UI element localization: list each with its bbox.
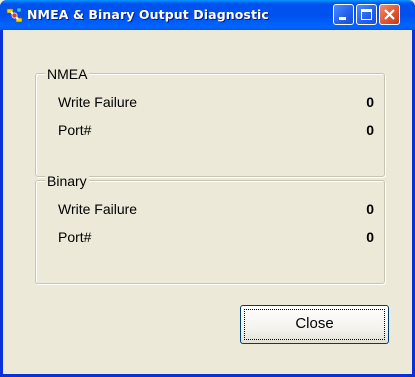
maximize-icon (361, 9, 372, 20)
close-button[interactable]: Close (240, 305, 389, 344)
close-icon (384, 9, 395, 20)
minimize-button[interactable] (333, 4, 354, 25)
binary-write-failure-label: Write Failure (58, 201, 138, 217)
maximize-button[interactable] (356, 4, 377, 25)
minimize-icon (339, 17, 346, 20)
title-bar[interactable]: NMEA & Binary Output Diagnostic (0, 0, 415, 30)
binary-port-value: 0 (366, 229, 374, 245)
nmea-port-value: 0 (366, 122, 374, 138)
nmea-group: NMEA Write Failure 0 Port# 0 (35, 65, 385, 177)
window-close-button[interactable] (379, 4, 400, 25)
window-title: NMEA & Binary Output Diagnostic (27, 7, 269, 22)
nmea-write-failure-value: 0 (366, 94, 374, 110)
binary-write-failure-value: 0 (366, 201, 374, 217)
binary-port-label: Port# (58, 229, 92, 245)
nmea-port-label: Port# (58, 122, 92, 138)
binary-group-legend: Binary (45, 172, 89, 190)
satellite-icon (6, 7, 23, 23)
nmea-write-failure-label: Write Failure (58, 94, 138, 110)
diagnostic-window: NMEA & Binary Output Diagnostic NMEA Wri… (0, 0, 415, 377)
nmea-group-legend: NMEA (45, 65, 90, 83)
binary-group: Binary Write Failure 0 Port# 0 (35, 172, 385, 284)
close-button-label: Close (295, 315, 334, 332)
